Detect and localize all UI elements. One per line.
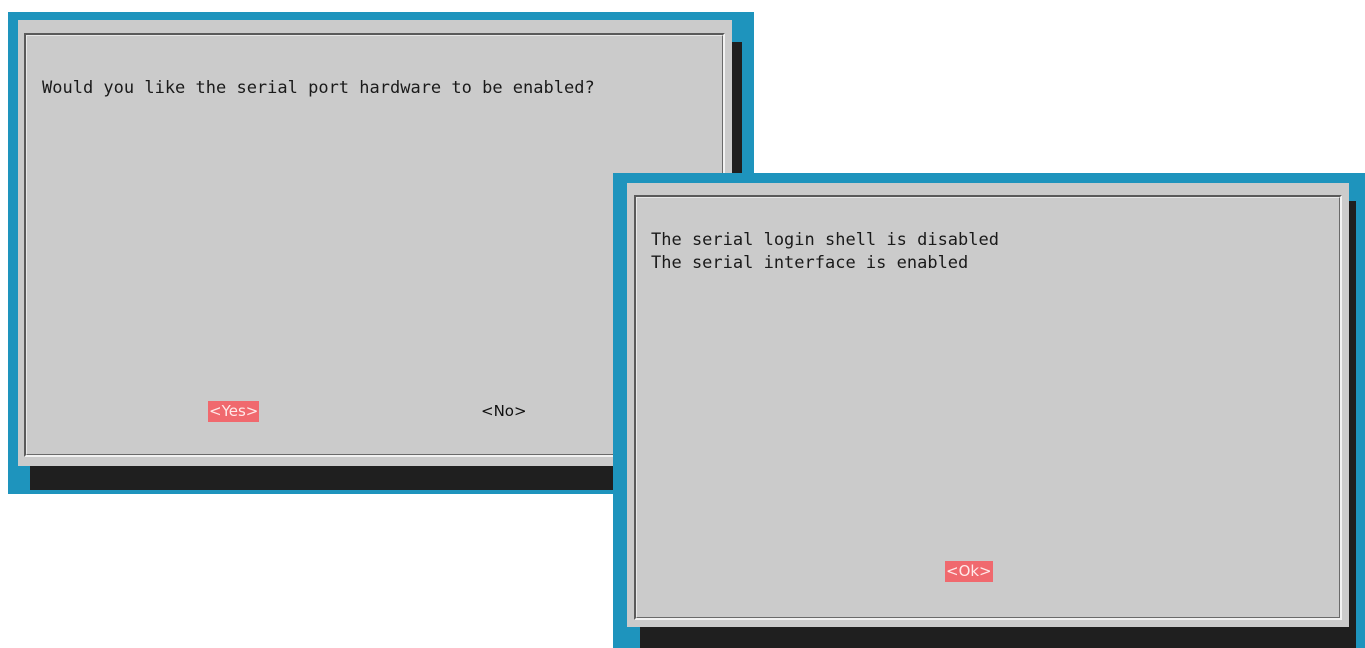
ok-button[interactable]: <Ok>	[945, 561, 993, 582]
terminal-window-right: The serial login shell is disabled The s…	[613, 173, 1365, 648]
no-button[interactable]: <No>	[480, 401, 528, 422]
status-line-serial-interface: The serial interface is enabled	[651, 253, 969, 273]
yes-button[interactable]: <Yes>	[208, 401, 260, 422]
status-line-login-shell: The serial login shell is disabled	[651, 230, 999, 250]
dialog-question: Would you like the serial port hardware …	[42, 78, 595, 98]
serial-status-dialog: The serial login shell is disabled The s…	[627, 183, 1349, 627]
